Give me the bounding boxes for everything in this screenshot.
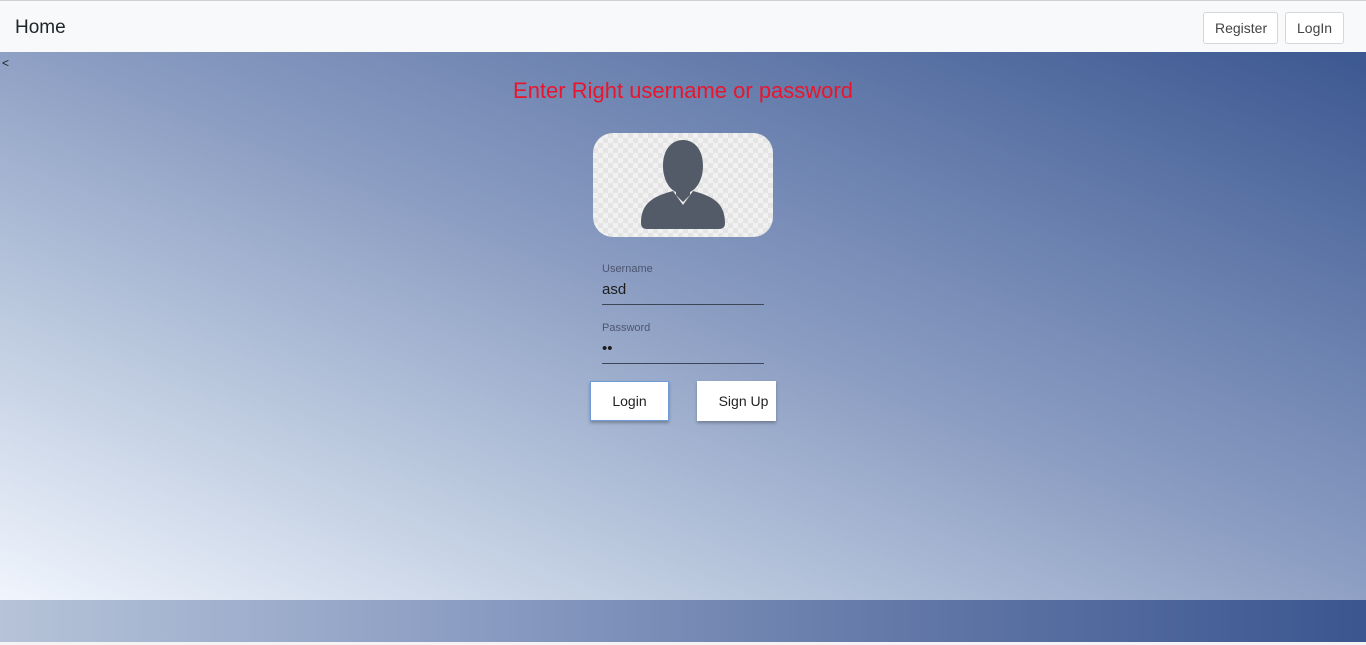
brand-home-link[interactable]: Home [15,17,66,39]
login-hero: < Enter Right username or password Usern… [0,52,1366,600]
avatar [593,133,773,237]
password-input[interactable] [602,334,764,364]
password-label: Password [602,322,651,334]
username-label: Username [602,263,653,275]
login-nav-button[interactable]: LogIn [1285,12,1344,44]
error-message: Enter Right username or password [513,78,853,103]
login-button[interactable]: Login [590,381,669,421]
username-field: Username [602,263,764,305]
password-field: Password [602,322,764,364]
user-silhouette-icon [641,140,725,229]
navbar: Home Register LogIn [0,0,1366,52]
register-button[interactable]: Register [1203,12,1278,44]
back-mark: < [2,56,10,70]
footer [0,600,1366,642]
signup-button[interactable]: Sign Up [697,381,776,421]
username-input[interactable] [602,275,764,305]
